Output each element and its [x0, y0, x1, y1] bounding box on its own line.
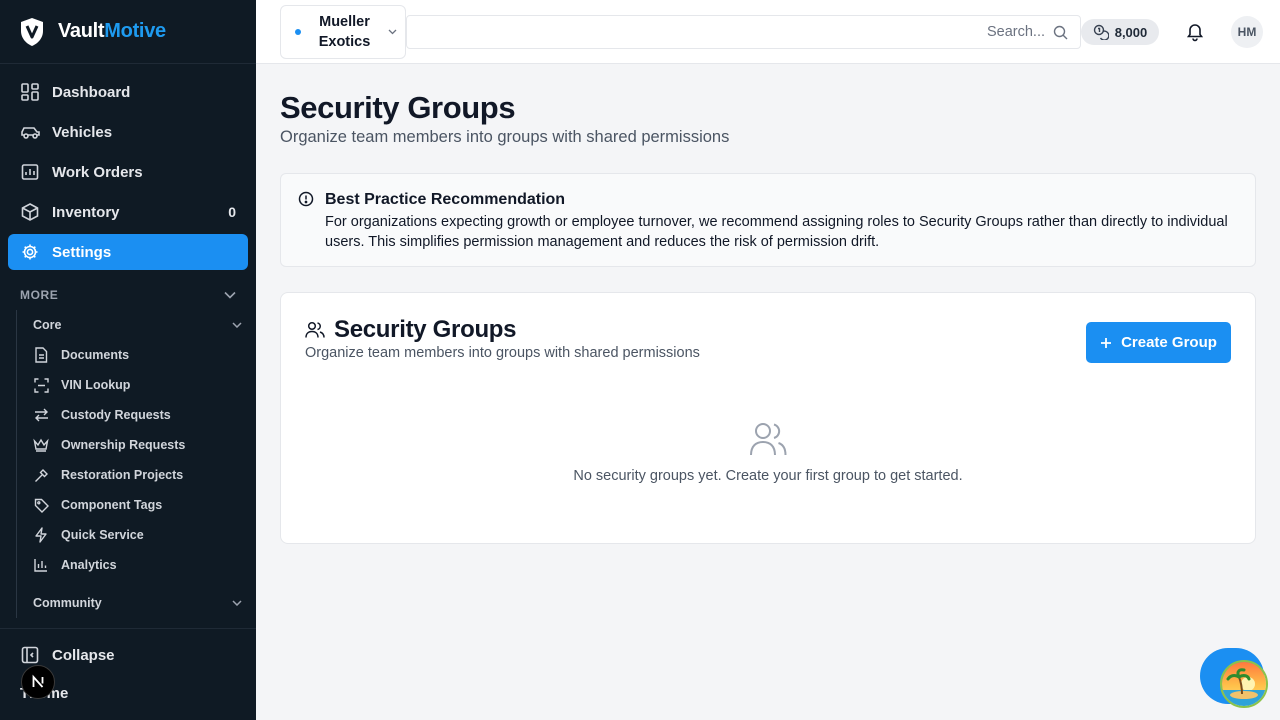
card-title: Security Groups: [305, 317, 700, 343]
org-name: Mueller Exotics: [318, 14, 371, 50]
crown-icon: [33, 437, 49, 453]
zap-icon: [33, 527, 49, 543]
sidebar-item-documents[interactable]: Documents: [17, 340, 256, 370]
vaultmotive-logo-icon: [21, 17, 43, 46]
hammer-icon: [33, 467, 49, 483]
tag-icon: [33, 497, 49, 513]
core-group-toggle[interactable]: Core: [17, 310, 256, 340]
sidebar-item-ownership-requests[interactable]: Ownership Requests: [17, 430, 256, 460]
empty-state-text: No security groups yet. Create your firs…: [573, 468, 963, 484]
empty-state: No security groups yet. Create your firs…: [281, 421, 1255, 484]
gear-icon: [20, 242, 40, 262]
chevron-down-icon: [224, 291, 236, 299]
alert-circle-icon: [298, 191, 314, 207]
sidebar-item-label: Restoration Projects: [61, 468, 184, 482]
sidebar-item-custody-requests[interactable]: Custody Requests: [17, 400, 256, 430]
brand[interactable]: VaultMotive: [0, 0, 256, 64]
sidebar-item-label: Work Orders: [52, 163, 143, 181]
sidebar-item-label: Documents: [61, 348, 130, 362]
sidebar-item-inventory[interactable]: Inventory 0: [8, 194, 248, 230]
users-icon: [305, 321, 325, 338]
community-group-toggle[interactable]: Community: [17, 588, 256, 618]
clipboard-icon: [20, 162, 40, 182]
security-groups-card: Security Groups Organize team members in…: [280, 292, 1256, 544]
coins-icon: [1093, 24, 1109, 40]
search-icon: [1053, 25, 1068, 39]
sidebar-item-label: Settings: [52, 243, 112, 261]
sidebar-item-vehicles[interactable]: Vehicles: [8, 114, 248, 150]
sidebar-item-settings[interactable]: Settings: [8, 234, 248, 270]
page-subtitle: Organize team members into groups with s…: [280, 128, 730, 146]
bell-icon[interactable]: [1185, 22, 1205, 42]
page-title: Security Groups: [280, 90, 516, 125]
bar-chart-icon: [33, 557, 49, 573]
sidebar-item-quick-service[interactable]: Quick Service: [17, 520, 256, 550]
sidebar-item-vin-lookup[interactable]: VIN Lookup: [17, 370, 256, 400]
card-header: Security Groups Organize team members in…: [305, 317, 700, 362]
sidebar-footer: Collapse Theme: [0, 628, 256, 720]
topbar: Mueller Exotics Search... 8,000 HM: [256, 0, 1280, 64]
main-content: Security Groups Organize team members in…: [280, 64, 1256, 544]
card-title-text: Security Groups: [334, 316, 517, 343]
main-nav: Dashboard Vehicles Work Orders Inventory…: [0, 64, 256, 270]
chevron-down-icon: [232, 600, 242, 606]
sidebar-item-label: Analytics: [61, 558, 117, 572]
credits-badge[interactable]: 8,000: [1081, 19, 1159, 45]
sidebar-item-label: Dashboard: [52, 83, 131, 101]
avatar[interactable]: HM: [1231, 16, 1263, 48]
brand-name-part1: Vault: [58, 20, 105, 42]
brand-name: VaultMotive: [58, 20, 166, 43]
best-practice-alert: Best Practice Recommendation For organiz…: [280, 173, 1256, 267]
sidebar-item-label: VIN Lookup: [61, 378, 131, 392]
search-placeholder: Search...: [986, 24, 1045, 40]
beach-illustration-icon: [1222, 662, 1266, 706]
users-icon: [750, 423, 787, 456]
org-selector[interactable]: Mueller Exotics: [280, 5, 406, 59]
swap-icon: [33, 407, 49, 423]
sidebar-item-label: Component Tags: [61, 498, 163, 512]
chevron-down-icon: [388, 29, 397, 35]
more-label: MORE: [20, 288, 59, 302]
panel-collapse-icon: [20, 645, 40, 665]
sidebar-item-label: Ownership Requests: [61, 438, 186, 452]
card-subtitle: Organize team members into groups with s…: [305, 345, 700, 361]
dashboard-icon: [20, 82, 40, 102]
search-input[interactable]: Search...: [406, 15, 1081, 49]
sidebar-item-label: Inventory: [52, 203, 120, 221]
box-icon: [20, 202, 40, 222]
chat-assistant-avatar[interactable]: [1220, 660, 1268, 708]
nextjs-dev-badge-icon[interactable]: [21, 665, 55, 699]
create-group-button[interactable]: Create Group: [1086, 322, 1231, 363]
more-section: Core Documents VIN Lookup Custody Reques…: [16, 310, 256, 618]
core-group-label: Core: [33, 318, 62, 332]
sidebar-item-label: Vehicles: [52, 123, 113, 141]
sidebar-item-component-tags[interactable]: Component Tags: [17, 490, 256, 520]
sidebar-item-restoration-projects[interactable]: Restoration Projects: [17, 460, 256, 490]
alert-body: For organizations expecting growth or em…: [325, 214, 1228, 250]
inventory-count-badge: 0: [228, 204, 236, 220]
collapse-label: Collapse: [52, 646, 115, 664]
scan-icon: [33, 377, 49, 393]
document-icon: [33, 347, 49, 363]
car-icon: [20, 122, 40, 142]
sidebar-item-analytics[interactable]: Analytics: [17, 550, 256, 580]
chevron-down-icon: [232, 322, 242, 328]
credits-value: 8,000: [1114, 24, 1148, 40]
alert-title: Best Practice Recommendation: [325, 191, 566, 208]
brand-name-part2: Motive: [104, 20, 166, 42]
sidebar-item-dashboard[interactable]: Dashboard: [8, 74, 248, 110]
create-group-label: Create Group: [1121, 334, 1217, 351]
community-group-label: Community: [33, 596, 102, 610]
sidebar-item-label: Quick Service: [61, 528, 144, 542]
sidebar: VaultMotive Dashboard Vehicles Work Orde…: [0, 0, 256, 720]
sidebar-item-work-orders[interactable]: Work Orders: [8, 154, 248, 190]
plus-icon: [1101, 337, 1112, 348]
sidebar-item-label: Custody Requests: [61, 408, 171, 422]
more-section-toggle[interactable]: MORE: [0, 280, 256, 310]
